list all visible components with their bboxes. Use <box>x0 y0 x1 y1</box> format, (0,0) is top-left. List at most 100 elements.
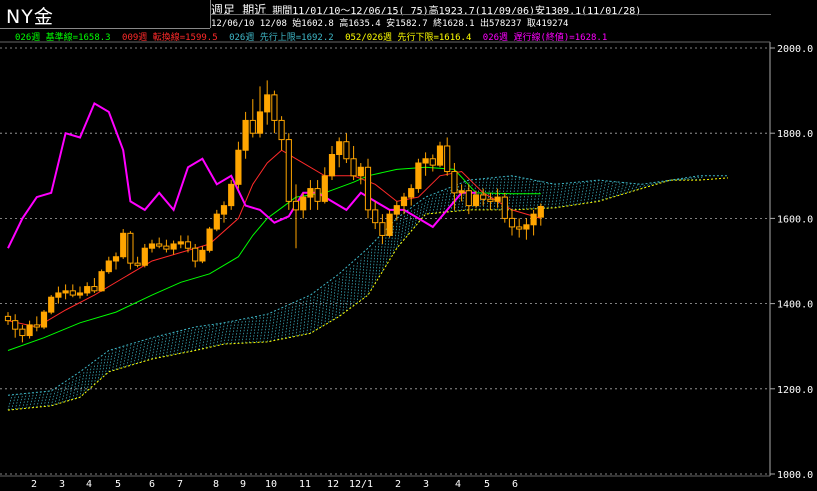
candle-body <box>516 226 523 230</box>
candle-body <box>264 94 271 113</box>
x-tick-label: 8 <box>213 479 219 490</box>
cloud-hatch <box>360 254 366 301</box>
candle-body <box>192 247 199 262</box>
cloud-hatch <box>565 183 571 207</box>
ichimoku-chart: 2000.0 1800.0 1600.0 1400.0 1200.0 1000.0 2 3 4 5… <box>0 41 813 490</box>
cloud-hatch <box>284 306 290 339</box>
candle-body <box>372 209 379 224</box>
cloud-hatch <box>338 273 344 317</box>
cloud-hatch <box>403 213 409 240</box>
cloud-hatch <box>508 176 513 210</box>
cloud-hatch <box>191 327 196 352</box>
cloud-hatch <box>205 325 211 349</box>
candle-body <box>249 119 256 134</box>
cloud-hatch <box>623 182 628 195</box>
cloud-hatch <box>54 388 60 405</box>
cloud-hatch <box>270 312 276 342</box>
cloud-hatch <box>554 184 560 208</box>
cloud-hatch <box>169 333 175 356</box>
cloud-hatch <box>335 276 340 319</box>
cloud-hatch <box>43 391 49 407</box>
cloud-hatch <box>364 251 369 298</box>
cloud-hatch <box>572 182 578 206</box>
cloud-hatch <box>241 319 247 344</box>
candle-body <box>148 243 156 249</box>
cloud-hatch <box>353 260 358 306</box>
y-tick-label: 1600.0 <box>777 214 813 225</box>
cloud-hatch <box>324 284 330 325</box>
cloud-hatch <box>313 292 319 332</box>
cloud-hatch <box>158 335 164 358</box>
cloud-hatch <box>130 344 135 366</box>
y-tick-label: 1800.0 <box>777 129 813 140</box>
cloud-hatch <box>356 257 362 304</box>
cloud-hatch <box>320 287 326 328</box>
cloud-hatch <box>331 279 337 321</box>
candle-body <box>307 188 314 198</box>
candle-body <box>487 198 494 202</box>
cloud-hatch <box>605 180 610 200</box>
cloud-hatch <box>583 181 589 204</box>
candle-body <box>530 213 537 226</box>
candle-body <box>422 158 429 164</box>
candle-body <box>206 228 213 251</box>
candle-body <box>55 292 62 298</box>
candle-body <box>357 166 364 177</box>
cloud-hatch <box>50 390 56 406</box>
cloud-hatch <box>292 303 297 338</box>
cloud-hatch <box>695 176 700 181</box>
cloud-hatch <box>180 330 186 354</box>
cloud-hatch <box>698 175 704 181</box>
candle-body <box>156 243 163 247</box>
cloud-hatch <box>346 267 351 312</box>
cloud-hatch <box>328 281 333 323</box>
cloud-hatch <box>245 318 250 344</box>
cloud-hatch <box>691 176 697 181</box>
candle-body <box>336 141 343 156</box>
candle-body <box>256 111 264 134</box>
cloud-hatch <box>223 322 229 345</box>
candle-body <box>213 213 220 230</box>
cloud-hatch <box>263 314 268 343</box>
cloud-hatch <box>140 340 146 363</box>
cloud-hatch <box>238 319 243 344</box>
cloud-hatch <box>151 337 157 360</box>
cloud-hatch <box>601 180 607 201</box>
candle-body <box>141 247 148 266</box>
candle-body <box>508 217 516 228</box>
cloud-hatch <box>252 317 258 343</box>
candle-body <box>393 205 400 215</box>
cloud-hatch <box>540 181 546 209</box>
y-tick-label: 2000.0 <box>777 44 813 55</box>
cloud-hatch <box>288 304 294 338</box>
cloud-hatch <box>119 347 124 369</box>
candle-body <box>400 196 408 207</box>
cloud-hatch <box>590 180 596 203</box>
cloud-hatch <box>7 395 13 411</box>
cloud-hatch <box>436 192 441 214</box>
candle-body <box>170 243 177 250</box>
cloud-hatch <box>619 182 625 196</box>
y-tick-label: 1200.0 <box>777 385 813 396</box>
cloud-hatch <box>310 295 315 334</box>
cloud-hatch <box>299 299 304 336</box>
candle-body <box>199 249 206 262</box>
x-tick-label: 12/1 <box>349 479 373 490</box>
candle-body <box>278 119 285 141</box>
cloud-hatch <box>248 317 254 343</box>
cloud-hatch <box>515 176 520 210</box>
candle-body <box>364 166 372 211</box>
cloud-hatch <box>122 346 128 368</box>
cloud-hatch <box>162 334 168 357</box>
candle-body <box>350 158 357 177</box>
cloud-hatch <box>439 191 445 213</box>
candle-body <box>76 292 84 296</box>
candle-body <box>444 145 451 173</box>
cloud-hatch <box>220 323 225 345</box>
cloud-hatch <box>184 329 189 353</box>
x-tick-label: 6 <box>512 479 518 490</box>
candle-body <box>163 245 170 250</box>
candle-body <box>112 256 120 262</box>
cloud-hatch <box>61 383 67 403</box>
x-tick-label: 6 <box>149 479 155 490</box>
